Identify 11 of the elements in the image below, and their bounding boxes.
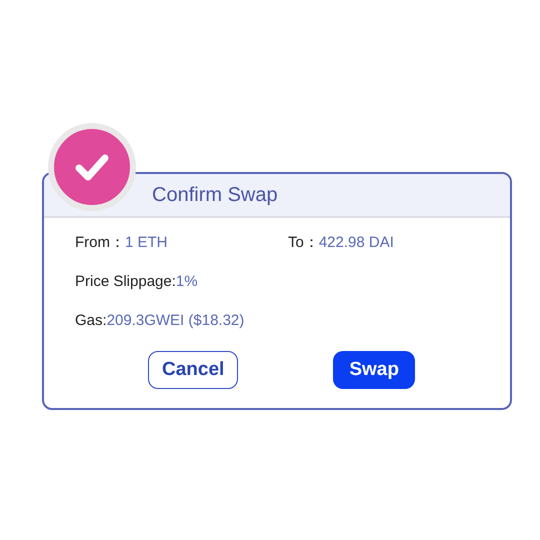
cancel-button[interactable]: Cancel <box>148 351 238 389</box>
field-value: 422.98 DAI <box>318 234 394 252</box>
field-value: 209.3GWEI ($18.32) <box>106 312 244 330</box>
field-label: From： <box>75 234 125 252</box>
swap-button[interactable]: Swap <box>333 351 415 389</box>
dialog-title: Confirm Swap <box>152 184 278 206</box>
field-label: Price Slippage: <box>75 273 176 291</box>
field-label: Gas: <box>75 312 107 330</box>
field-value: 1 ETH <box>125 234 168 252</box>
field-value: 1% <box>176 273 198 291</box>
field-label: To： <box>288 234 319 252</box>
